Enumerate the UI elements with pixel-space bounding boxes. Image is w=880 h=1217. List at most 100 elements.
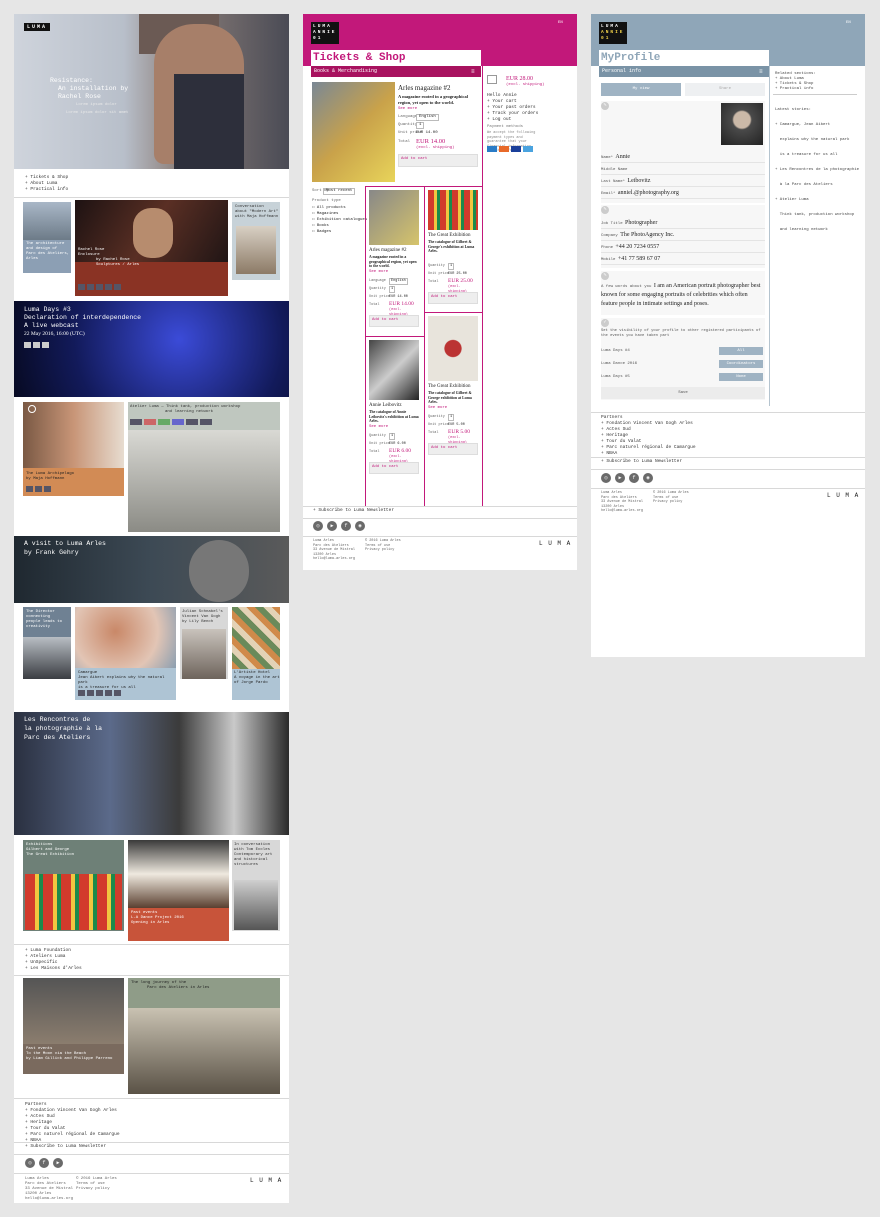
footer-legal-3[interactable]: Privacy policy [653, 500, 689, 505]
tile-camargue[interactable]: Camargue Jean Aibert explains why the na… [75, 607, 176, 700]
field-about[interactable]: A few words about you I am an American p… [601, 282, 765, 309]
tile-artiste[interactable]: L'Artiste Hotel A voyage in the art of J… [232, 607, 280, 700]
youtube-icon[interactable]: ▶ [615, 473, 625, 483]
instagram-icon[interactable]: ◎ [313, 521, 323, 531]
hero-title[interactable]: Resistance: An installation by Rachel Ro… [50, 77, 128, 117]
lang-switch[interactable]: EN [846, 21, 851, 25]
tile-vangogh[interactable]: Julian Schnabel's Vincent Van Gogh by Li… [180, 607, 228, 679]
menu-icon[interactable]: ≡ [471, 68, 475, 75]
product-card[interactable]: Annie Leibovitz The catalogue of Annie L… [369, 340, 421, 480]
field-job-title[interactable]: Job Title Photographer [601, 217, 765, 229]
newsletter-link[interactable]: + Subscribe to Luma Newsletter [313, 508, 394, 514]
tab-my-view[interactable]: My view [601, 83, 681, 96]
mastercard-icon [499, 146, 509, 152]
featured-lang-select[interactable]: English [416, 114, 439, 121]
link-practical[interactable]: + Practical info [25, 187, 68, 193]
tile-atelier-luma[interactable]: Atelier Luma — Think tank, production wo… [128, 402, 280, 532]
edit-icon[interactable]: ✎ [601, 206, 609, 214]
field-middle-name[interactable]: Middle Name [601, 163, 765, 175]
featured-total-label: Total [398, 140, 411, 144]
link-maisons[interactable]: + Les Maisons d'Arles [25, 966, 82, 972]
featured-see-more[interactable]: See more [398, 107, 417, 112]
facebook-icon[interactable]: f [39, 1158, 49, 1168]
field-email[interactable]: Email* anniel.@photography.org [601, 187, 765, 199]
luma-logo[interactable]: LUMA ANNIE 01 [311, 22, 339, 44]
product-lang-select[interactable]: English [389, 278, 408, 285]
hero-image[interactable]: LUMA Resistance: An installation by Rach… [14, 14, 289, 169]
tile-director[interactable]: The Director connecting people leads to … [23, 607, 71, 679]
luma-days-banner[interactable]: Luma Days #3 Declaration of interdepende… [14, 301, 289, 397]
play-icon[interactable] [28, 405, 36, 413]
menu-icon[interactable]: ≡ [759, 68, 763, 75]
footer-legal-3[interactable]: Privacy policy [76, 1187, 117, 1192]
field-phone[interactable]: Phone +44 20 7234 0557 [601, 241, 765, 253]
filter-badges[interactable]: ☐ Badges [312, 229, 367, 235]
latest-2-line1[interactable]: + Les Rencontres de la photographie [775, 168, 859, 173]
instagram-icon[interactable]: ◎ [25, 1158, 35, 1168]
field-mobile[interactable]: Mobile +41 77 589 67 07 [601, 253, 765, 265]
product-card[interactable]: Arles magazine #2 A magazine rooted in a… [369, 190, 421, 340]
newsletter-link[interactable]: + Subscribe to Luma Newsletter [25, 1144, 106, 1150]
pinterest-icon[interactable]: ◉ [355, 521, 365, 531]
tile-architecture[interactable]: The architecture and design of Parc des … [23, 202, 71, 273]
lang-switch[interactable]: EN [558, 21, 563, 25]
facebook-icon[interactable]: f [341, 521, 351, 531]
sort-select[interactable]: Most recent [323, 188, 356, 195]
instagram-icon[interactable]: ◎ [601, 473, 611, 483]
product-add-to-cart[interactable]: Add to cart [428, 292, 478, 304]
product-see-more[interactable]: See more [428, 406, 447, 411]
field-last-name[interactable]: Last Name* Leibovitz [601, 175, 765, 187]
tile-rachel-thumbs [78, 284, 121, 290]
tile-archipelago[interactable]: The Luma Archipelago by Maja Hoffmann [23, 402, 124, 496]
field-company[interactable]: Company The PhotoAgency Inc. [601, 229, 765, 241]
product-add-to-cart[interactable]: Add to cart [428, 443, 478, 455]
product-qty-select[interactable]: 1 [448, 263, 455, 270]
luma-logo[interactable]: LUMA ANNIE 01 [599, 22, 627, 44]
featured-qty-select[interactable]: 1 [416, 122, 425, 129]
tile-journey[interactable]: The long journey of the Parc des Atelier… [128, 978, 280, 1094]
product-add-to-cart[interactable]: Add to cart [369, 462, 419, 474]
tile-gilbert[interactable]: Exhibitions Gilbert and George The Great… [23, 840, 124, 931]
product-add-to-cart[interactable]: Add to cart [369, 315, 419, 327]
edit-icon[interactable]: ✎ [601, 272, 609, 280]
product-card[interactable]: The Great Exhibition The catalogue of Gi… [428, 316, 480, 466]
latest-1-line1[interactable]: + Camargue, Jean Aibert [775, 123, 859, 128]
event-3-select[interactable]: None [719, 373, 763, 381]
product-qty-select[interactable]: 1 [448, 414, 455, 421]
newsletter-link[interactable]: + Subscribe to Luma Newsletter [601, 459, 682, 465]
edit-icon[interactable]: ✎ [601, 102, 609, 110]
latest-3-line1[interactable]: + Atelier Luma [775, 198, 859, 203]
cart-icon[interactable] [487, 75, 497, 84]
related-practical[interactable]: + Practical info [775, 87, 816, 92]
tile-moon[interactable]: Past events To the Moon via the Beach by… [23, 978, 124, 1074]
youtube-icon[interactable]: ▶ [53, 1158, 63, 1168]
event-2-select[interactable]: Coordinators [719, 360, 763, 368]
checkbox-icon[interactable]: ✓ [601, 319, 609, 327]
youtube-icon[interactable]: ▶ [327, 521, 337, 531]
hero-caption-2: Lorem ipsum dolor sit amet [66, 111, 129, 115]
tile-rachel-rose[interactable]: Rachel Rose Enclosure by Rachel Rose Scu… [75, 200, 228, 296]
visibility-text: Set the visibility of your profile to ot… [601, 329, 761, 338]
event-1-select[interactable]: All [719, 347, 763, 355]
save-button[interactable]: Save [601, 387, 765, 399]
footer-legal-3[interactable]: Privacy policy [365, 548, 401, 553]
featured-total: EUR 14.00 [416, 138, 446, 145]
pinterest-icon[interactable]: ◉ [643, 473, 653, 483]
product-see-more[interactable]: See more [369, 270, 388, 275]
product-see-more[interactable]: See more [369, 425, 388, 430]
gehry-banner[interactable]: A visit to Luma Arles by Frank Gehry [14, 536, 289, 603]
cart-link-logout[interactable]: + Log out [487, 117, 538, 123]
tile-eccles[interactable]: In conversation with Tom Eccles Contempo… [232, 840, 280, 931]
featured-image[interactable] [312, 82, 395, 182]
tab-share[interactable]: Share [685, 83, 765, 96]
tile-hoffmann[interactable]: Conversation about "Modern Art" with Maj… [232, 202, 280, 280]
facebook-icon[interactable]: f [629, 473, 639, 483]
tile-santa[interactable]: Past events L.A Dance Project 2016 Openi… [128, 840, 229, 941]
product-qty-select[interactable]: 1 [389, 433, 396, 440]
field-name[interactable]: Name* Annie [601, 151, 765, 163]
featured-add-to-cart[interactable]: Add to cart [398, 154, 478, 167]
luma-logo[interactable]: LUMA [24, 23, 51, 31]
product-card[interactable]: The Great Exhibition The catalogue of Gi… [428, 190, 480, 315]
rencontres-banner[interactable]: Les Rencontres de la photographie à la P… [14, 712, 289, 835]
product-qty-select[interactable]: 1 [389, 286, 396, 293]
